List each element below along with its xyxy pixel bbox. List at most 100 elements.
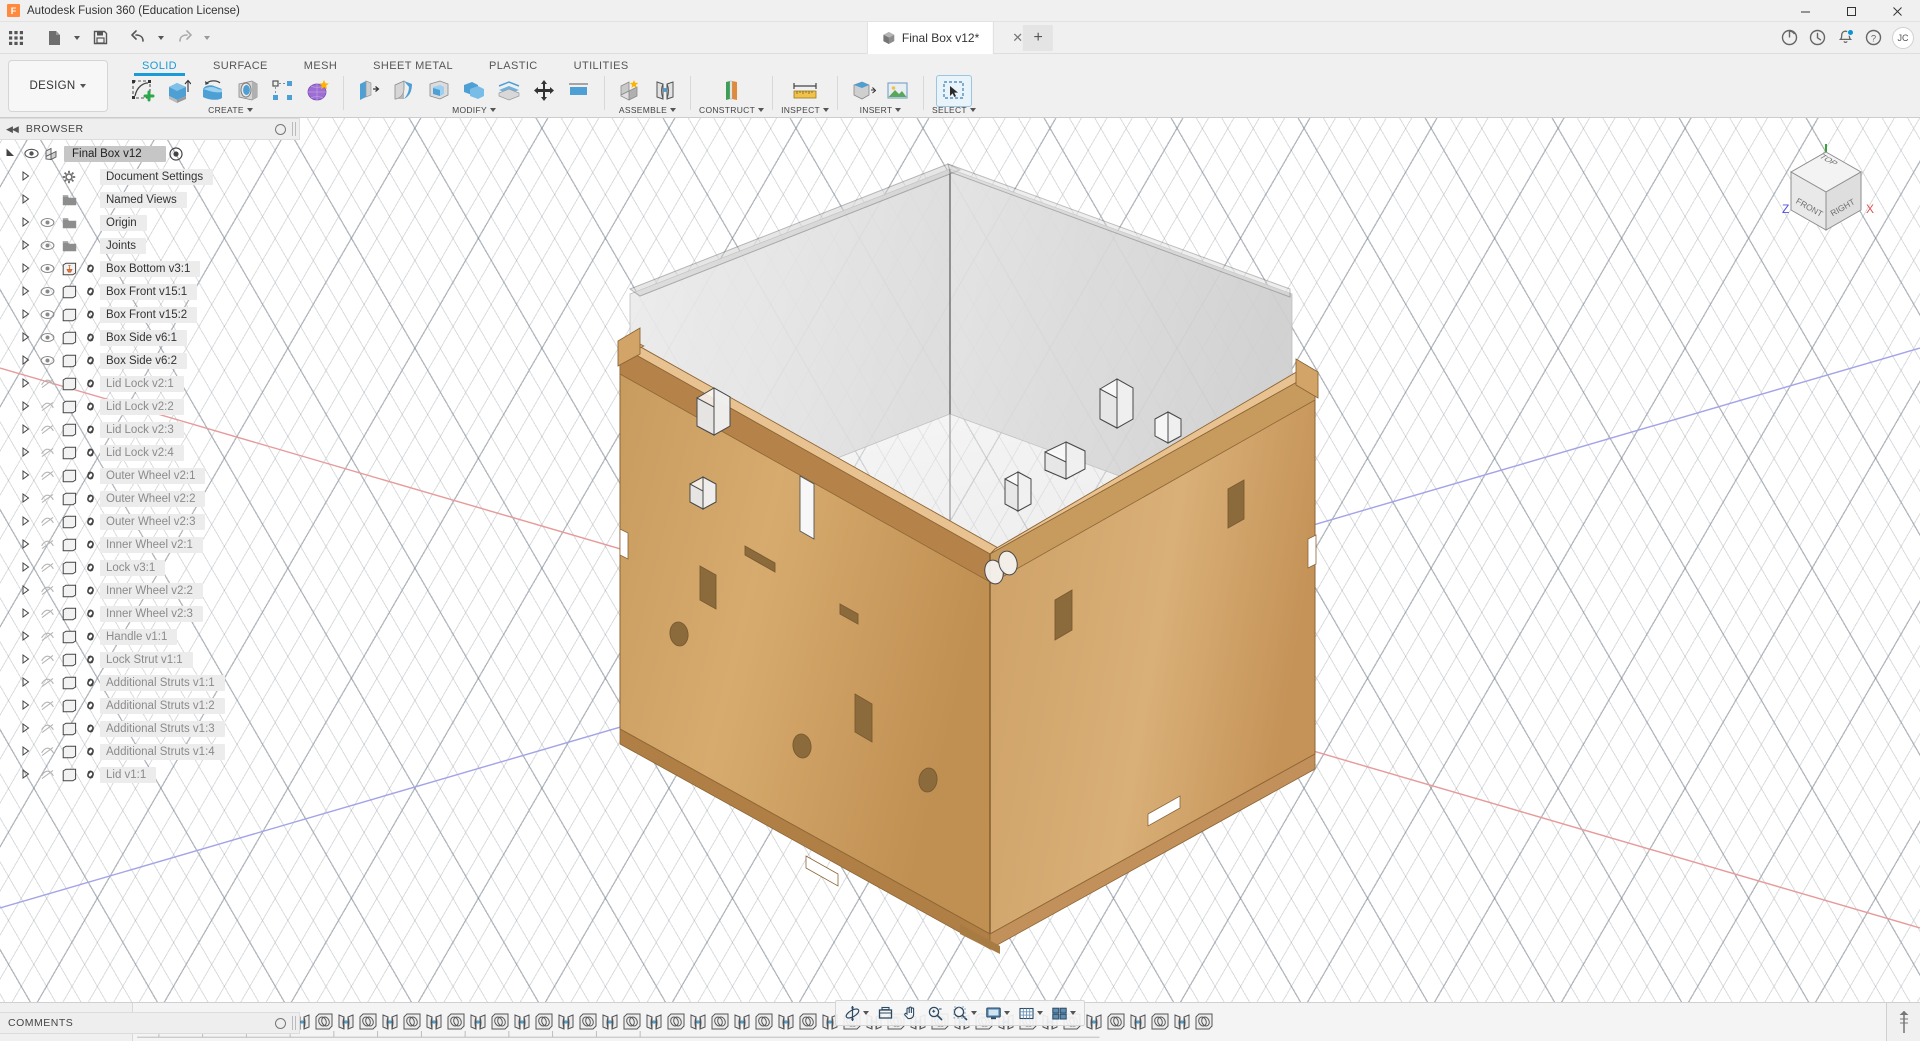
visibility-hidden-icon[interactable] — [36, 585, 58, 596]
tab-surface[interactable]: SURFACE — [195, 60, 286, 76]
save-icon[interactable] — [86, 24, 114, 52]
visibility-eye-icon[interactable] — [36, 332, 58, 343]
browser-item-label[interactable]: Outer Wheel v2:1 — [100, 468, 205, 484]
twisty-icon[interactable] — [16, 355, 36, 367]
viewport[interactable]: ◀◀ BROWSER — [0, 118, 1920, 1034]
display-settings-caret-icon[interactable] — [1004, 1011, 1010, 1015]
browser-item-label[interactable]: Box Side v6:2 — [100, 353, 187, 369]
extrude-icon[interactable] — [161, 76, 195, 106]
tab-utilities[interactable]: UTILITIES — [556, 60, 647, 76]
visibility-eye-icon[interactable] — [36, 286, 58, 297]
joint-icon[interactable] — [648, 76, 682, 106]
browser-item-label[interactable]: Origin — [100, 215, 147, 231]
browser-row-lid-lock-2[interactable]: Lid Lock v2:2 — [0, 395, 300, 418]
visibility-hidden-icon[interactable] — [36, 424, 58, 435]
combine-icon[interactable] — [457, 76, 491, 106]
timeline-component-icon[interactable] — [1149, 1007, 1171, 1037]
align-icon[interactable] — [562, 76, 596, 106]
browser-row-inner-wheel-3[interactable]: Inner Wheel v2:3 — [0, 602, 300, 625]
browser-item-label[interactable]: Inner Wheel v2:3 — [100, 606, 203, 622]
twisty-icon[interactable] — [16, 309, 36, 321]
measure-icon[interactable] — [785, 76, 825, 106]
select-icon[interactable] — [937, 76, 971, 106]
browser-row-additional-struts-3[interactable]: Additional Struts v1:3 — [0, 717, 300, 740]
orbit-caret-icon[interactable] — [863, 1011, 869, 1015]
viewports-caret-icon[interactable] — [1070, 1011, 1076, 1015]
twisty-icon[interactable] — [16, 171, 36, 183]
visibility-hidden-icon[interactable] — [36, 539, 58, 550]
create-sketch-icon[interactable] — [126, 76, 160, 106]
workspace-switcher-button[interactable]: DESIGN — [8, 60, 108, 112]
twisty-icon[interactable] — [16, 286, 36, 298]
display-settings-icon[interactable] — [981, 1002, 1014, 1024]
visibility-hidden-icon[interactable] — [36, 447, 58, 458]
twisty-icon[interactable] — [16, 240, 36, 252]
browser-row-outer-wheel-1[interactable]: Outer Wheel v2:1 — [0, 464, 300, 487]
browser-item-label[interactable]: Joints — [100, 238, 146, 254]
maximize-button[interactable] — [1828, 0, 1874, 22]
grid-snaps-caret-icon[interactable] — [1037, 1011, 1043, 1015]
browser-item-label[interactable]: Outer Wheel v2:2 — [100, 491, 205, 507]
pan-icon[interactable] — [898, 1002, 923, 1024]
browser-item-label[interactable]: Lock Strut v1:1 — [100, 652, 193, 668]
shell-icon[interactable] — [422, 76, 456, 106]
twisty-icon[interactable] — [16, 608, 36, 620]
browser-row-lock[interactable]: Lock v3:1 — [0, 556, 300, 579]
insert-canvas-icon[interactable] — [881, 76, 915, 106]
twisty-icon[interactable] — [16, 585, 36, 597]
visibility-hidden-icon[interactable] — [36, 723, 58, 734]
browser-row-lid-lock-4[interactable]: Lid Lock v2:4 — [0, 441, 300, 464]
browser-row-lock-strut[interactable]: Lock Strut v1:1 — [0, 648, 300, 671]
minimize-button[interactable] — [1782, 0, 1828, 22]
redo-icon[interactable] — [170, 24, 198, 52]
browser-item-label[interactable]: Additional Struts v1:3 — [100, 721, 225, 737]
tab-sheet-metal[interactable]: SHEET METAL — [355, 60, 471, 76]
timeline-end-marker[interactable] — [1886, 1003, 1920, 1041]
redo-caret[interactable] — [200, 24, 214, 52]
fit-icon[interactable] — [873, 1002, 898, 1024]
extensions-icon[interactable] — [1776, 25, 1802, 51]
rectangular-pattern-icon[interactable] — [266, 76, 300, 106]
browser-item-label[interactable]: Lid Lock v2:3 — [100, 422, 184, 438]
browser-item-label[interactable]: Inner Wheel v2:1 — [100, 537, 203, 553]
visibility-hidden-icon[interactable] — [36, 470, 58, 481]
new-document-caret[interactable] — [70, 24, 84, 52]
panel-label-construct[interactable]: CONSTRUCT — [699, 105, 764, 115]
browser-row-lid[interactable]: Lid v1:1 — [0, 763, 300, 786]
browser-row-outer-wheel-3[interactable]: Outer Wheel v2:3 — [0, 510, 300, 533]
timeline-joint-icon[interactable] — [1171, 1007, 1193, 1037]
insert-derive-icon[interactable] — [846, 76, 880, 106]
viewports-icon[interactable] — [1047, 1002, 1080, 1024]
orbit-icon[interactable] — [840, 1002, 873, 1024]
browser-row-inner-wheel-1[interactable]: Inner Wheel v2:1 — [0, 533, 300, 556]
browser-item-label[interactable]: Box Front v15:1 — [100, 284, 197, 300]
visibility-eye-icon[interactable] — [36, 309, 58, 320]
twisty-icon[interactable] — [16, 516, 36, 528]
twisty-icon[interactable] — [16, 769, 36, 781]
browser-item-label[interactable]: Named Views — [100, 192, 187, 208]
undo-icon[interactable] — [124, 24, 152, 52]
browser-row-box-bottom[interactable]: Box Bottom v3:1 — [0, 257, 300, 280]
zoom-window-icon[interactable] — [948, 1002, 981, 1024]
browser-item-label[interactable]: Lock v3:1 — [100, 560, 165, 576]
panel-label-insert[interactable]: INSERT — [860, 105, 902, 115]
view-cube[interactable]: Z X TOP FRONT RIGHT — [1769, 136, 1884, 251]
visibility-hidden-icon[interactable] — [36, 608, 58, 619]
twisty-icon[interactable] — [16, 217, 36, 229]
visibility-hidden-icon[interactable] — [36, 378, 58, 389]
browser-item-label[interactable]: Additional Struts v1:4 — [100, 744, 225, 760]
twisty-icon[interactable] — [16, 631, 36, 643]
timeline-joint-icon[interactable] — [1127, 1007, 1149, 1037]
document-tab-close-icon[interactable]: ✕ — [1012, 30, 1023, 46]
timeline-component-icon[interactable] — [1193, 1007, 1215, 1037]
app-grid-icon[interactable] — [2, 24, 30, 52]
new-tab-button[interactable]: + — [1023, 25, 1053, 51]
browser-item-label[interactable]: Lid Lock v2:1 — [100, 376, 184, 392]
zoom-window-caret-icon[interactable] — [971, 1011, 977, 1015]
visibility-hidden-icon[interactable] — [36, 562, 58, 573]
browser-row-named-views[interactable]: Named Views — [0, 188, 300, 211]
browser-options-icon[interactable] — [275, 124, 286, 135]
visibility-hidden-icon[interactable] — [36, 769, 58, 780]
new-document-icon[interactable] — [40, 24, 68, 52]
form-icon[interactable] — [301, 76, 335, 106]
